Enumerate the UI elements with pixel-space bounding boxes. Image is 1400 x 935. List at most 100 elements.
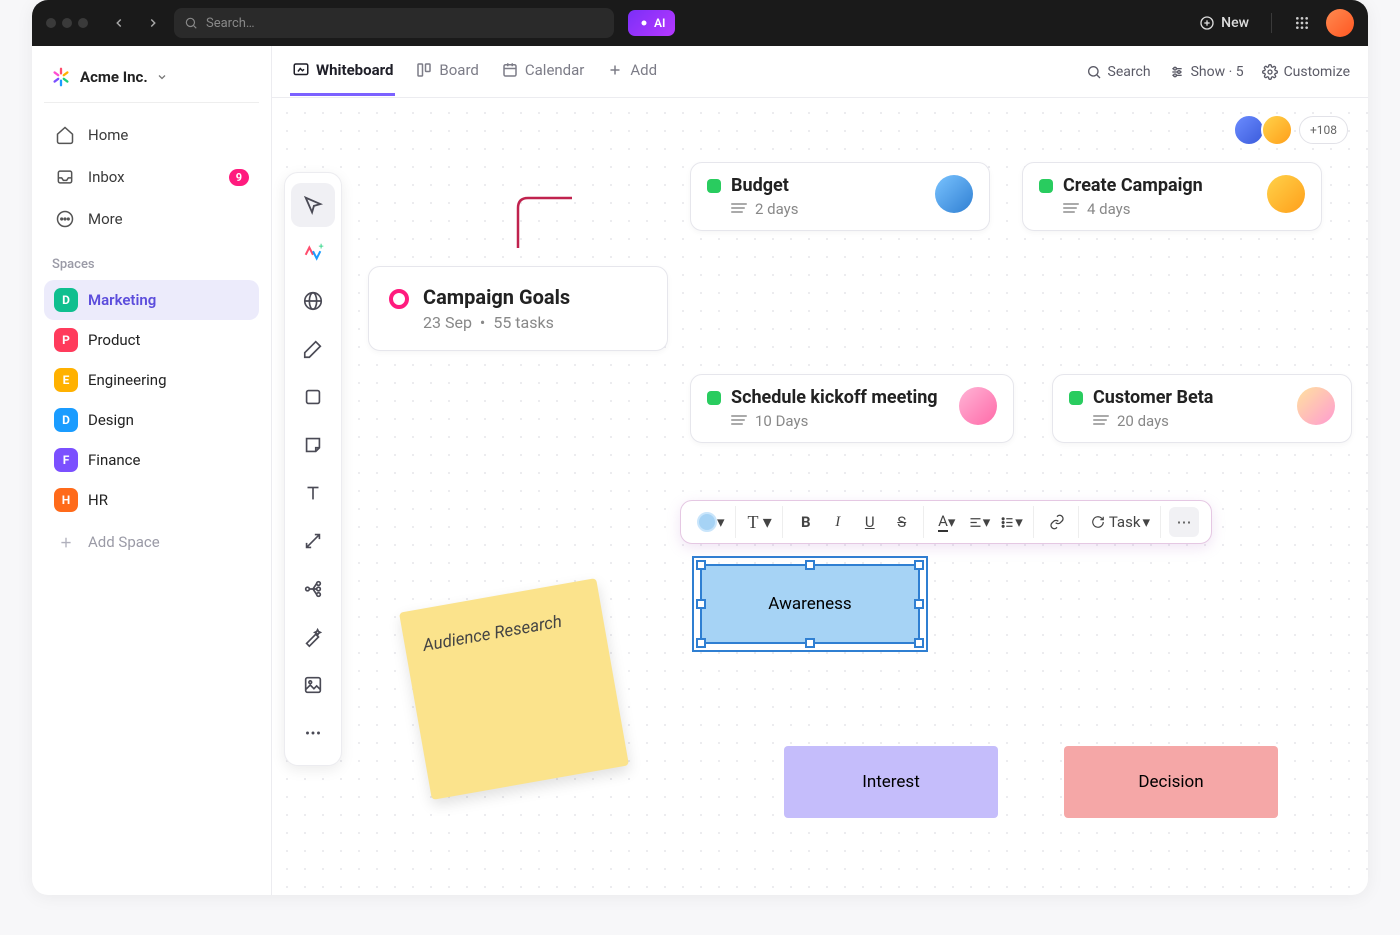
strike-button[interactable]: S <box>887 507 917 537</box>
text-color-button[interactable]: A▾ <box>932 507 962 537</box>
customize-button[interactable]: Customize <box>1262 64 1350 80</box>
card-create-campaign[interactable]: Create Campaign 4 days <box>1022 162 1322 231</box>
back-button[interactable] <box>106 10 132 36</box>
search-input[interactable]: Search… <box>174 8 614 38</box>
tab-board[interactable]: Board <box>413 47 480 96</box>
tool-shape[interactable] <box>291 375 335 419</box>
show-filter-button[interactable]: Show · 5 <box>1169 64 1244 80</box>
forward-button[interactable] <box>140 10 166 36</box>
board-icon <box>415 61 433 79</box>
link-icon <box>1049 514 1065 530</box>
align-button[interactable]: ▾ <box>964 507 995 537</box>
sidebar-item-home[interactable]: Home <box>44 115 259 155</box>
card-budget[interactable]: Budget 2 days <box>690 162 990 231</box>
resize-handle[interactable] <box>696 638 706 648</box>
sidebar-item-label: Product <box>88 331 140 349</box>
new-button[interactable]: New <box>1191 11 1257 35</box>
traffic-close-icon[interactable] <box>46 18 56 28</box>
collaborator-more-count[interactable]: +108 <box>1299 116 1348 144</box>
sidebar-space-hr[interactable]: HHR <box>44 480 259 520</box>
resize-handle[interactable] <box>805 560 815 570</box>
tool-pen[interactable] <box>291 327 335 371</box>
workspace-name: Acme Inc. <box>80 68 148 86</box>
sidebar-item-inbox[interactable]: Inbox 9 <box>44 157 259 197</box>
traffic-max-icon[interactable] <box>78 18 88 28</box>
shape-decision[interactable]: Decision <box>1064 746 1278 818</box>
assignee-avatar[interactable] <box>959 387 997 425</box>
sidebar-space-finance[interactable]: FFinance <box>44 440 259 480</box>
view-tabs: Whiteboard Board Calendar Add <box>272 46 1368 98</box>
tool-web[interactable] <box>291 279 335 323</box>
tool-connector[interactable] <box>291 519 335 563</box>
shape-awareness[interactable]: Awareness <box>700 564 920 644</box>
space-chip-icon: F <box>54 448 78 472</box>
sidebar-item-label: Add Space <box>88 533 160 551</box>
add-space-button[interactable]: ＋ Add Space <box>44 522 259 562</box>
ai-button[interactable]: AI <box>628 10 675 36</box>
resize-handle[interactable] <box>914 638 924 648</box>
tab-whiteboard[interactable]: Whiteboard <box>290 47 395 96</box>
assignee-avatar[interactable] <box>935 175 973 213</box>
tab-calendar[interactable]: Calendar <box>499 47 587 96</box>
card-title: Schedule kickoff meeting <box>731 387 949 408</box>
canvas[interactable]: + +108 <box>272 98 1368 895</box>
italic-button[interactable]: I <box>823 507 853 537</box>
list-button[interactable]: ▾ <box>996 507 1027 537</box>
tool-select[interactable] <box>291 183 335 227</box>
resize-handle[interactable] <box>696 560 706 570</box>
resize-handle[interactable] <box>914 560 924 570</box>
convert-task-button[interactable]: Task▾ <box>1087 507 1154 537</box>
card-customer-beta[interactable]: Customer Beta 20 days <box>1052 374 1352 443</box>
inbox-icon <box>54 166 76 188</box>
sidebar-space-marketing[interactable]: D Marketing <box>44 280 259 320</box>
traffic-min-icon[interactable] <box>62 18 72 28</box>
card-campaign-goals[interactable]: Campaign Goals 23 Sep•55 tasks <box>368 266 668 351</box>
sticky-text: Audience Research <box>421 612 563 656</box>
plus-icon <box>606 61 624 79</box>
space-chip-icon: P <box>54 328 78 352</box>
sticky-note[interactable]: Audience Research <box>399 578 629 800</box>
description-icon <box>1063 203 1079 215</box>
chevron-down-icon <box>156 71 168 83</box>
tool-text[interactable] <box>291 471 335 515</box>
more-formatting-button[interactable]: ⋯ <box>1169 507 1199 537</box>
shape-interest[interactable]: Interest <box>784 746 998 818</box>
resize-handle[interactable] <box>805 638 815 648</box>
tool-magic[interactable] <box>291 615 335 659</box>
tool-ai[interactable]: + <box>291 231 335 275</box>
sparkle-icon <box>638 17 650 29</box>
tool-more[interactable] <box>291 711 335 755</box>
sidebar-space-product[interactable]: P Product <box>44 320 259 360</box>
user-avatar[interactable] <box>1326 9 1354 37</box>
canvas-search-button[interactable]: Search <box>1086 64 1151 80</box>
tool-mindmap[interactable] <box>291 567 335 611</box>
tool-image[interactable] <box>291 663 335 707</box>
apps-grid-button[interactable] <box>1286 7 1318 39</box>
space-chip-icon: D <box>54 288 78 312</box>
resize-handle[interactable] <box>696 599 706 609</box>
underline-button[interactable]: U <box>855 507 885 537</box>
sidebar-space-engineering[interactable]: EEngineering <box>44 360 259 400</box>
sidebar-item-more[interactable]: More <box>44 199 259 239</box>
tool-sticky[interactable] <box>291 423 335 467</box>
font-button[interactable]: T ▾ <box>744 507 776 537</box>
link-button[interactable] <box>1042 507 1072 537</box>
assignee-avatar[interactable] <box>1297 387 1335 425</box>
status-green-icon <box>707 179 721 193</box>
card-subtitle: 2 days <box>731 200 925 218</box>
bold-button[interactable]: B <box>791 507 821 537</box>
assignee-avatar[interactable] <box>1267 175 1305 213</box>
fill-color-button[interactable]: ▾ <box>693 507 729 537</box>
more-icon <box>54 208 76 230</box>
collaborators[interactable]: +108 <box>1241 114 1348 146</box>
sidebar-space-design[interactable]: DDesign <box>44 400 259 440</box>
search-icon <box>184 16 198 30</box>
resize-handle[interactable] <box>914 599 924 609</box>
description-icon <box>731 415 747 427</box>
card-schedule-kickoff[interactable]: Schedule kickoff meeting 10 Days <box>690 374 1014 443</box>
inbox-badge: 9 <box>229 169 249 186</box>
workspace-switcher[interactable]: Acme Inc. <box>44 60 259 103</box>
collaborator-avatar[interactable] <box>1261 114 1293 146</box>
sidebar-item-label: Marketing <box>88 291 156 309</box>
tab-add-view[interactable]: Add <box>604 47 659 96</box>
